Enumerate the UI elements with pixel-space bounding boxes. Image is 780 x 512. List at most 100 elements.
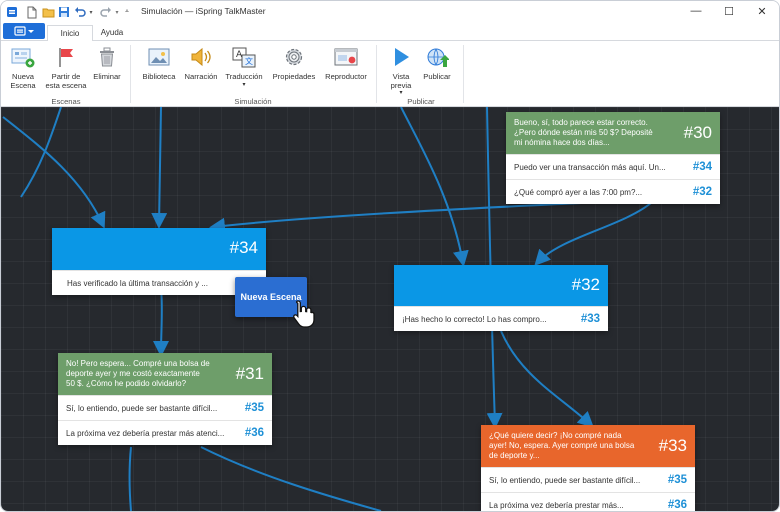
answer-row[interactable]: Puedo ver una transacción más aquí. Un..… [506,154,720,179]
delete-label: Eliminar [93,72,121,81]
gear-icon [281,44,307,70]
library-icon [146,44,172,70]
redo-dropdown-icon[interactable]: ▾ [113,4,121,20]
redo-icon[interactable] [99,4,113,20]
translation-button[interactable]: A文 Traducción ▾ [222,44,266,90]
scene-text-line: 50 $. ¿Cómo he podido olvidarlo? [66,379,187,388]
narration-button[interactable]: Narración [181,44,221,81]
translation-dropdown-icon: ▾ [242,82,246,88]
answer-row[interactable]: La próxima vez debería prestar más atenc… [58,420,272,445]
answer-row[interactable]: Has verificado la última transacción y .… [52,270,266,295]
undo-dropdown-icon[interactable]: ▾ [87,4,95,20]
tab-inicio[interactable]: Inicio [47,25,93,42]
split-scene-label-1: Partir de [51,72,81,81]
open-folder-icon[interactable] [41,4,55,20]
file-menu-button[interactable] [3,23,45,39]
flag-icon [53,44,79,70]
answer-link[interactable]: #36 [245,427,264,439]
scene-text-line: ¿Pero dónde están mis 50 $? Depositè [514,128,653,137]
properties-button[interactable]: Propiedades [269,44,319,81]
split-scene-button[interactable]: Partir de esta escena [43,44,89,90]
scene-node-30[interactable]: Bueno, sí, todo parece estar correcto. ¿… [506,112,720,204]
answer-row[interactable]: Sí, lo entiendo, puede ser bastante difí… [58,395,272,420]
scene-text-line: mi nómina hace dos días... [514,138,610,147]
maximize-button[interactable]: ☐ [714,1,744,21]
ribbon: Nueva Escena Partir de esta escena Elimi… [1,41,779,107]
group-separator [463,45,464,103]
answer-link[interactable]: #35 [668,474,687,486]
new-scene-button[interactable]: Nueva Escena [5,44,41,90]
scene-node-31[interactable]: No! Pero espera... Compré una bolsa de d… [58,353,272,445]
answer-row[interactable]: La próxima vez debería prestar más... #3… [481,492,695,511]
file-menu-icon [14,26,34,36]
answer-text: La próxima vez debería prestar más atenc… [66,429,225,438]
trash-icon [94,44,120,70]
close-button[interactable]: ✕ [747,1,777,21]
answer-link[interactable]: #33 [581,313,600,325]
group-label-escenas: Escenas [51,97,81,106]
minimize-button[interactable]: — [681,1,711,21]
split-scene-label-2: esta escena [45,81,87,90]
answer-row[interactable]: ¡Has hecho lo correcto! Lo has compro...… [394,306,608,331]
answer-row[interactable]: Sí, lo entiendo, puede ser bastante difí… [481,467,695,492]
save-icon[interactable] [57,4,71,20]
publish-globe-icon [424,44,450,70]
answer-link[interactable]: #35 [245,402,264,414]
answer-link[interactable]: #34 [693,161,712,173]
tab-ayuda[interactable]: Ayuda [93,25,131,40]
app-icon [5,4,19,20]
player-label: Reproductor [325,72,367,81]
undo-icon[interactable] [73,4,87,20]
scene-node-header: No! Pero espera... Compré una bolsa de d… [58,353,272,395]
scene-text-line: Bueno, sí, todo parece estar correcto. [514,118,648,127]
group-label-publicar: Publicar [407,97,435,106]
group-separator [376,45,377,103]
translation-icon: A文 [231,44,257,70]
scene-node-header: #34 [52,228,266,270]
scene-node-header: Bueno, sí, todo parece estar correcto. ¿… [506,112,720,154]
publish-button[interactable]: Publicar [419,44,455,81]
answer-text: Puedo ver una transacción más aquí. Un..… [514,163,666,172]
speaker-icon [188,44,214,70]
app-window: ▾ ▾ ⩡ Simulación — iSpring TalkMaster — … [0,0,780,512]
answer-link[interactable]: #32 [693,186,712,198]
answer-text: Sí, lo entiendo, puede ser bastante difí… [489,476,641,485]
properties-label: Propiedades [272,72,316,81]
answer-text: Sí, lo entiendo, puede ser bastante difí… [66,404,218,413]
preview-dropdown-icon: ▾ [399,90,403,96]
customize-toolbar-icon[interactable]: ⩡ [123,4,131,20]
scene-text-line: de deporte y... [489,451,540,460]
svg-text:文: 文 [245,56,253,66]
scene-node-text: Bueno, sí, todo parece estar correcto. ¿… [514,118,653,148]
scene-node-34[interactable]: #34 Has verificado la última transacción… [52,228,266,295]
player-button[interactable]: Reproductor [321,44,371,81]
scene-node-32[interactable]: #32 ¡Has hecho lo correcto! Lo has compr… [394,265,608,331]
scene-number: #34 [229,238,258,257]
delete-button[interactable]: Eliminar [89,44,125,81]
scene-text-line: No! Pero espera... Compré una bolsa de [66,359,210,368]
narration-label: Narración [184,72,218,81]
answer-link[interactable]: #36 [668,499,687,511]
scene-node-text: No! Pero espera... Compré una bolsa de d… [66,359,210,389]
scene-text-line: ¿Qué quiere decir? ¡No compré nada [489,431,622,440]
scene-number: #33 [658,436,687,455]
answer-text: ¿Qué compró ayer a las 7:00 pm?... [514,188,643,197]
answer-text: La próxima vez debería prestar más... [489,501,624,510]
new-scene-icon [10,44,36,70]
group-label-simulacion: Simulación [234,97,272,106]
scene-number: #30 [683,123,712,142]
new-file-icon[interactable] [25,4,39,20]
hand-cursor-icon [293,300,315,328]
scene-text-line: deporte ayer y me costó exactamente [66,369,200,378]
scene-canvas[interactable]: Bueno, sí, todo parece estar correcto. ¿… [1,107,779,511]
answer-text: Has verificado la última transacción y .… [67,279,208,288]
answer-row[interactable]: ¿Qué compró ayer a las 7:00 pm?... #32 [506,179,720,204]
play-icon [388,44,414,70]
player-icon [333,44,359,70]
scene-node-text: ¿Qué quiere decir? ¡No compré nada ayer!… [489,431,634,461]
translation-label: Traducción [225,72,263,81]
scene-node-33[interactable]: ¿Qué quiere decir? ¡No compré nada ayer!… [481,425,695,511]
preview-button[interactable]: Vista previa ▾ [383,44,419,96]
new-scene-label-1: Nueva [12,72,34,81]
library-button[interactable]: Biblioteca [139,44,179,81]
